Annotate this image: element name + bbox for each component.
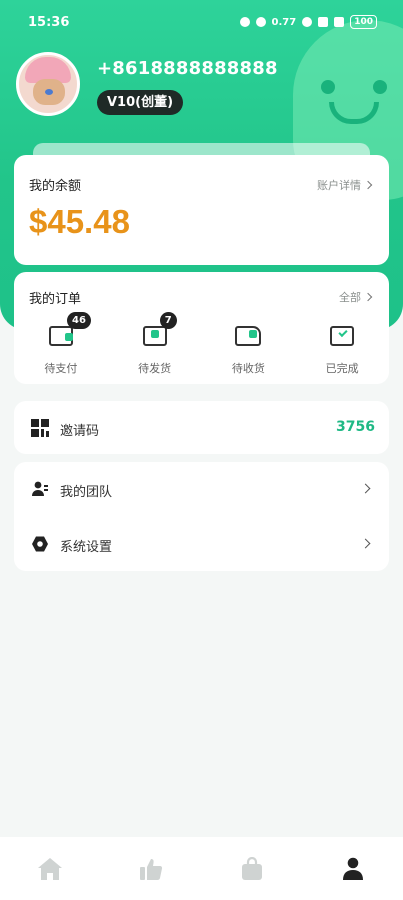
tab-profile[interactable] [302,837,403,900]
orders-title: 我的订单 [29,292,82,307]
all-orders-label: 全部 [339,291,361,304]
menu-item-label: 系统设置 [60,540,113,555]
pending-payment-count: 46 [67,312,91,329]
account-details-link[interactable]: 账户详情 [317,177,373,193]
system-indicators: 0.77 100 [239,15,377,29]
box-icon [142,326,167,346]
qr-code-icon [31,419,49,437]
order-status-list: 46 待支付 7 待发货 待收货 已完成 [14,312,389,380]
settings-icon [31,535,49,553]
status-bar: 15:36 0.77 100 [0,0,403,46]
order-status-label: 已完成 [325,362,359,375]
battery-icon: 100 [350,15,377,29]
network-speed: 0.77 [271,16,297,28]
chevron-right-icon [360,538,371,549]
order-status-completed[interactable]: 已完成 [295,320,389,380]
invite-code-row[interactable]: 邀请码 3756 [14,401,389,454]
completed-tray-icon [330,326,355,346]
order-status-label: 待支付 [44,362,78,375]
order-status-pending-payment[interactable]: 46 待支付 [14,312,108,380]
invite-code-label: 邀请码 [60,424,100,439]
status-time: 15:36 [28,15,70,30]
order-status-label: 待发货 [138,362,172,375]
orders-card: 我的订单 全部 46 待支付 7 待发货 待收货 已完成 [14,272,389,384]
wifi-icon [302,17,313,27]
truck-icon [235,326,262,346]
thumbs-up-icon [139,857,163,885]
order-status-label: 待收货 [231,362,265,375]
tab-recommend[interactable] [101,837,202,900]
chevron-right-icon [363,180,373,190]
signal-icon [334,17,345,27]
order-status-pending-receipt[interactable]: 待收货 [202,320,296,380]
order-status-pending-shipment[interactable]: 7 待发货 [108,312,202,380]
home-icon [37,857,63,885]
invite-code-value: 3756 [336,419,375,435]
all-orders-link[interactable]: 全部 [339,289,373,305]
tab-shop[interactable] [202,837,303,900]
menu-item-my-team[interactable]: 我的团队 [14,462,389,516]
user-phone: +8618888888888 [97,58,278,79]
balance-value: $45.48 [29,203,130,240]
team-icon [31,480,49,498]
tab-home[interactable] [0,837,101,900]
bottom-tab-bar [0,837,403,900]
alarm-icon [239,17,250,27]
pending-shipment-count: 7 [159,312,177,329]
menu-item-settings[interactable]: 系统设置 [14,517,389,571]
account-details-label: 账户详情 [317,179,361,192]
bluetooth-icon [255,17,266,27]
wallet-icon [48,326,73,346]
avatar[interactable] [16,52,80,116]
menu-card: 我的团队 系统设置 [14,462,389,571]
menu-item-label: 我的团队 [60,485,113,500]
chevron-right-icon [363,292,373,302]
shopping-bag-icon [241,856,263,885]
profile-icon [342,857,364,885]
chevron-right-icon [360,483,371,494]
balance-title: 我的余额 [29,179,82,194]
balance-card: 我的余额 账户详情 $45.48 [14,155,389,265]
level-badge: V10(创董) [97,90,184,115]
sim-icon [318,17,329,27]
